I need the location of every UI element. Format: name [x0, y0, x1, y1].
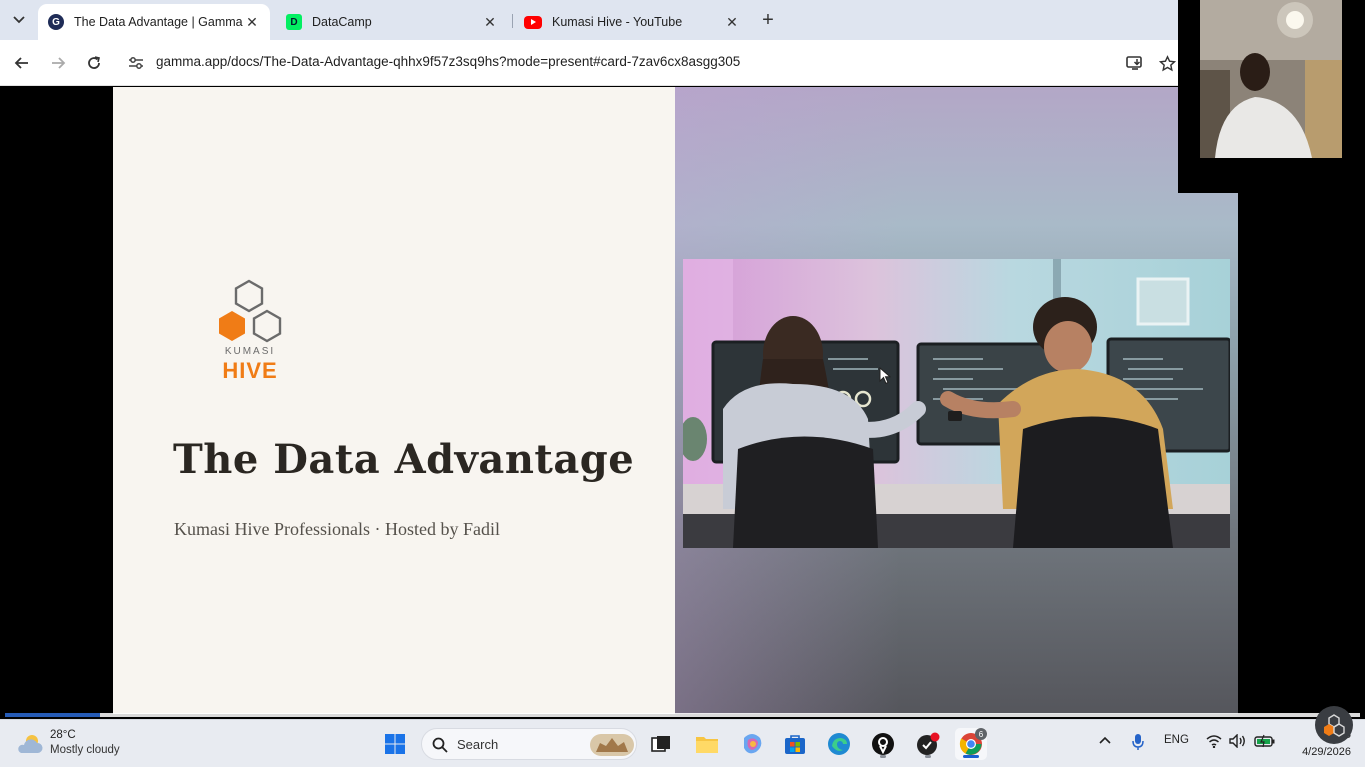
cloud-weather-icon	[18, 735, 43, 753]
weather-condition: Mostly cloudy	[50, 744, 120, 756]
tab-datacamp[interactable]: D DataCamp ✕	[276, 4, 508, 40]
search-label: Search	[457, 737, 499, 752]
show-hidden-icons-chevron-icon[interactable]	[1099, 735, 1111, 747]
battery-charging-icon[interactable]	[1254, 734, 1276, 751]
language-indicator[interactable]: ENG	[1164, 734, 1189, 746]
running-indicator	[963, 755, 979, 758]
webcam-feed	[1200, 0, 1342, 158]
file-explorer-icon[interactable]	[691, 728, 723, 760]
close-icon[interactable]: ✕	[244, 14, 260, 30]
slide-progress-bar	[5, 713, 1360, 717]
running-indicator	[925, 755, 931, 758]
pinned-app-notification-icon[interactable]	[912, 728, 944, 760]
close-icon[interactable]: ✕	[724, 14, 740, 30]
tab-separator	[512, 14, 513, 28]
logo-line1: KUMASI	[224, 346, 276, 357]
screen: { "browser": { "tabs": [ {"title": "The …	[0, 0, 1365, 767]
logo-line2: HIVE	[222, 358, 278, 383]
microphone-icon[interactable]	[1132, 733, 1144, 754]
back-arrow-icon[interactable]	[9, 50, 35, 76]
search-highlight-image-icon	[590, 734, 634, 756]
speaker-volume-icon[interactable]	[1229, 733, 1247, 751]
weather-widget[interactable]: 28°C Mostly cloudy	[16, 729, 146, 761]
floating-recorder-button[interactable]	[1315, 706, 1353, 744]
weather-temperature: 28°C	[50, 729, 76, 741]
tab-youtube[interactable]: Kumasi Hive - YouTube ✕	[514, 4, 750, 40]
slide-left-panel	[113, 87, 675, 714]
install-app-icon[interactable]	[1123, 51, 1147, 75]
microsoft-store-icon[interactable]	[779, 728, 811, 760]
taskbar-search-box[interactable]: Search	[421, 728, 637, 760]
slide-progress-fill	[5, 713, 100, 717]
running-indicator	[880, 755, 886, 758]
browser-tab-strip: G The Data Advantage | Gamma ✕ D DataCam…	[0, 0, 1178, 40]
kumasi-hive-logo: KUMASI HIVE	[212, 278, 292, 386]
gamma-icon: G	[48, 14, 64, 30]
tab-label: Kumasi Hive - YouTube	[552, 15, 683, 29]
search-icon	[432, 737, 448, 753]
forward-arrow-icon[interactable]	[45, 50, 71, 76]
mouse-cursor-icon	[879, 367, 891, 385]
new-tab-plus-icon[interactable]: +	[756, 8, 780, 32]
chrome-icon[interactable]: 6	[955, 728, 987, 760]
wifi-icon[interactable]	[1206, 734, 1222, 751]
site-info-tune-icon[interactable]	[126, 53, 146, 73]
task-view-icon[interactable]	[645, 728, 677, 760]
recorder-hexagon-icon	[1324, 714, 1345, 737]
reload-icon[interactable]	[81, 50, 107, 76]
clock-date: 4/29/2026	[1302, 746, 1351, 758]
datacamp-icon: D	[286, 14, 302, 30]
chrome-window-count-badge: 6	[975, 728, 987, 740]
windows-taskbar: 28°C Mostly cloudy Search 6 ENG 4/29/202…	[0, 719, 1365, 767]
pinned-app-dark-icon[interactable]	[867, 728, 899, 760]
tab-gamma[interactable]: G The Data Advantage | Gamma ✕	[38, 4, 270, 40]
tab-label: The Data Advantage | Gamma	[74, 15, 243, 29]
address-bar-url[interactable]: gamma.app/docs/The-Data-Advantage-qhhx9f…	[156, 54, 740, 69]
start-windows-icon[interactable]	[379, 728, 411, 760]
browser-toolbar: gamma.app/docs/The-Data-Advantage-qhhx9f…	[0, 40, 1178, 86]
copilot-icon[interactable]	[736, 728, 768, 760]
tab-search-chevron-icon[interactable]	[6, 8, 32, 32]
slide-title: The Data Advantage	[173, 436, 635, 483]
edge-browser-icon[interactable]	[823, 728, 855, 760]
slide-subtitle: Kumasi Hive Professionals · Hosted by Fa…	[174, 519, 500, 539]
tab-label: DataCamp	[312, 15, 372, 29]
slide-photo-developers-at-monitors	[683, 259, 1230, 548]
close-icon[interactable]: ✕	[482, 14, 498, 30]
bookmark-star-icon[interactable]	[1155, 51, 1179, 75]
youtube-icon	[524, 15, 542, 29]
webcam-overlay[interactable]	[1178, 0, 1365, 193]
